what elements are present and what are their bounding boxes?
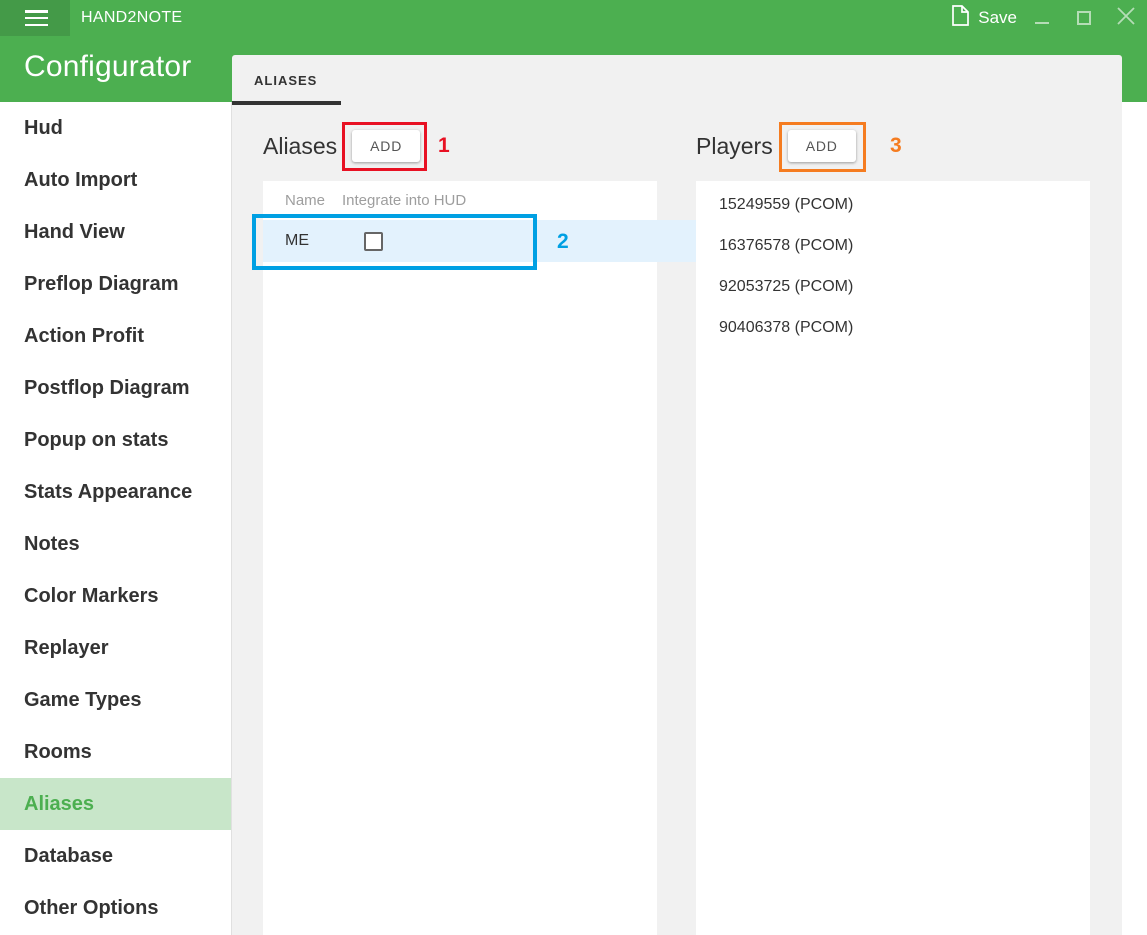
alias-name-cell: ME <box>285 232 309 249</box>
aliases-table-header: Name Integrate into HUD <box>263 181 657 220</box>
aliases-add-button[interactable]: ADD <box>352 130 421 162</box>
close-button[interactable] <box>1105 0 1147 36</box>
sidebar-item-stats-appearance[interactable]: Stats Appearance <box>0 466 231 518</box>
title-bar: HAND2NOTE Save <box>0 0 1147 36</box>
save-button[interactable]: Save <box>952 0 1017 36</box>
sidebar-item-color-markers[interactable]: Color Markers <box>0 570 231 622</box>
sidebar-item-hand-view[interactable]: Hand View <box>0 206 231 258</box>
aliases-table-panel: Name Integrate into HUD ME <box>263 181 920 935</box>
sidebar-item-notes[interactable]: Notes <box>0 518 231 570</box>
sidebar-item-aliases[interactable]: Aliases <box>0 778 231 830</box>
sidebar-item-other-options[interactable]: Other Options <box>0 882 231 934</box>
sidebar-item-auto-import[interactable]: Auto Import <box>0 154 231 206</box>
sidebar-item-action-profit[interactable]: Action Profit <box>0 310 231 362</box>
integrate-into-hud-cell <box>342 231 462 251</box>
minimize-icon <box>1035 21 1049 24</box>
aliases-title: Aliases <box>263 132 338 159</box>
document-icon <box>952 5 970 31</box>
tab-active-indicator <box>232 101 341 105</box>
players-list-panel: 15249559 (PCOM) 16376578 (PCOM) 92053725… <box>696 181 1090 935</box>
sidebar-item-popup-on-stats[interactable]: Popup on stats <box>0 414 231 466</box>
sidebar: Hud Auto Import Hand View Preflop Diagra… <box>0 102 232 935</box>
players-column-header: Players ADD <box>696 130 856 162</box>
minimize-button[interactable] <box>1021 0 1063 36</box>
sidebar-item-preflop-diagram[interactable]: Preflop Diagram <box>0 258 231 310</box>
players-add-button[interactable]: ADD <box>787 130 856 162</box>
aliases-column-header: Aliases ADD <box>263 130 421 162</box>
integrate-into-hud-checkbox[interactable] <box>364 231 383 251</box>
save-label: Save <box>978 8 1017 27</box>
window-controls <box>1021 0 1147 36</box>
page-title: Configurator <box>24 50 192 83</box>
sidebar-item-database[interactable]: Database <box>0 830 231 882</box>
table-row[interactable]: ME <box>263 220 657 262</box>
sidebar-item-game-types[interactable]: Game Types <box>0 674 231 726</box>
tab-bar: ALIASES <box>232 55 1122 105</box>
annotation-number-3: 3 <box>890 134 902 157</box>
app-window: HAND2NOTE Save Configurator ALIASES Hud … <box>0 0 1147 935</box>
list-item[interactable]: 15249559 (PCOM) <box>696 184 1090 225</box>
list-item[interactable]: 16376578 (PCOM) <box>696 225 1090 266</box>
list-item[interactable]: 92053725 (PCOM) <box>696 266 1090 307</box>
players-title: Players <box>696 132 773 159</box>
sidebar-item-postflop-diagram[interactable]: Postflop Diagram <box>0 362 231 414</box>
maximize-button[interactable] <box>1063 0 1105 36</box>
annotation-number-1: 1 <box>438 134 450 157</box>
sidebar-item-hud[interactable]: Hud <box>0 102 231 154</box>
column-header-name: Name <box>285 192 326 209</box>
hamburger-icon[interactable] <box>25 10 48 26</box>
tab-aliases[interactable]: ALIASES <box>232 55 339 105</box>
app-title: HAND2NOTE <box>81 9 183 26</box>
column-header-integrate-into-hud: Integrate into HUD <box>342 192 467 209</box>
maximize-icon <box>1077 11 1091 25</box>
close-icon <box>1117 6 1135 30</box>
annotation-number-2: 2 <box>557 230 569 253</box>
list-item[interactable]: 90406378 (PCOM) <box>696 307 1090 348</box>
sidebar-item-replayer[interactable]: Replayer <box>0 622 231 674</box>
sidebar-item-rooms[interactable]: Rooms <box>0 726 231 778</box>
